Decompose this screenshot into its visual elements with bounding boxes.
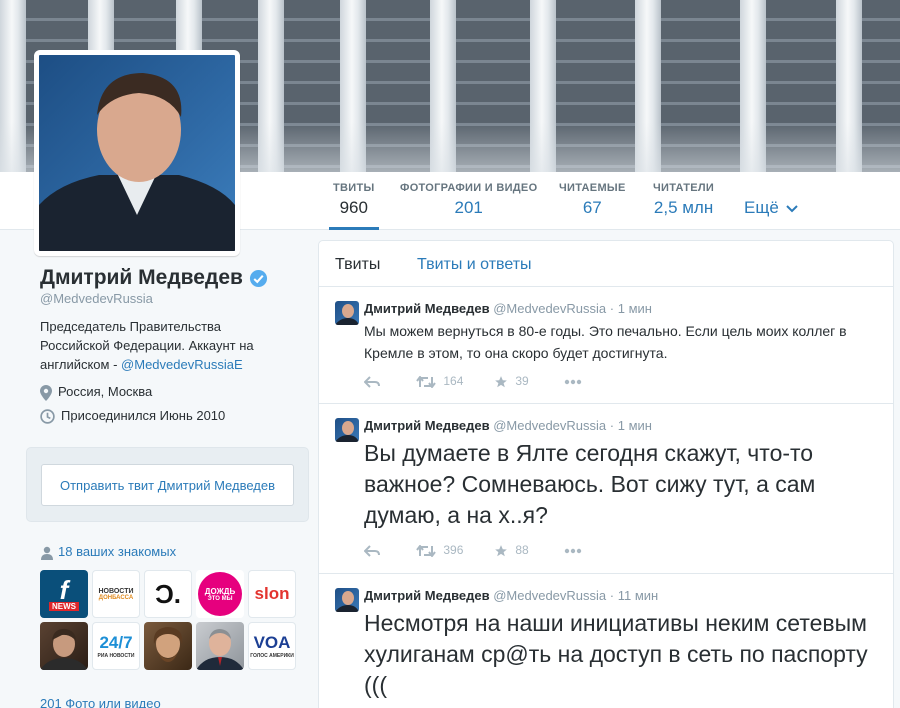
- tweet-item[interactable]: Дмитрий Медведев @MedvedevRussia · 1 мин…: [319, 287, 893, 404]
- tab-tweets[interactable]: Твиты: [335, 256, 380, 274]
- slon-logo-icon: slon: [254, 584, 290, 603]
- more-dots-icon: [564, 548, 582, 554]
- follower-tile[interactable]: ДОЖДЬ ЭТО МЫ: [196, 570, 244, 618]
- tweet-author-name[interactable]: Дмитрий Медведев: [364, 418, 490, 433]
- follower-tile[interactable]: f NEWS: [40, 570, 88, 618]
- follower-tile[interactable]: 24/7 РИА НОВОСТИ: [92, 622, 140, 670]
- person-icon: [41, 546, 53, 560]
- tweet-text: Мы можем вернуться в 80-е годы. Это печа…: [364, 323, 847, 361]
- nav-photos-videos[interactable]: ФОТОГРАФИИ И ВИДЕО 201: [400, 182, 537, 218]
- person-photo-icon: [335, 304, 359, 325]
- tweet-text: Вы думаете в Ялте сегодня скажут, что-то…: [364, 440, 816, 528]
- follower-tile[interactable]: Ͻ.: [144, 570, 192, 618]
- tweet-author-handle[interactable]: @MedvedevRussia: [493, 418, 606, 433]
- reply-button[interactable]: [363, 374, 380, 388]
- profile-bio: Председатель Правительства Российской Фе…: [40, 319, 254, 372]
- tweet-author-name[interactable]: Дмитрий Медведев: [364, 301, 490, 316]
- tweet-to-box: Отправить твит Дмитрий Медведев: [26, 447, 309, 522]
- verified-badge-icon: [249, 269, 267, 288]
- person-photo-icon: [40, 628, 88, 670]
- echo-logo-icon: Ͻ.: [155, 578, 181, 609]
- profile-handle[interactable]: @MedvedevRussia: [40, 291, 153, 306]
- tweet-author-handle[interactable]: @MedvedevRussia: [493, 301, 606, 316]
- favorite-button[interactable]: 88: [494, 543, 529, 558]
- nav-tweets[interactable]: ТВИТЫ 960: [329, 182, 379, 230]
- tweet-header: Дмитрий Медведев @MedvedevRussia · 1 мин: [364, 418, 652, 433]
- tweet-author-handle[interactable]: @MedvedevRussia: [493, 588, 606, 603]
- more-menu[interactable]: Ещё: [744, 198, 798, 218]
- favorite-button[interactable]: 39: [494, 374, 529, 389]
- tweet-text: Несмотря на наши инициативы неким сетевы…: [364, 610, 868, 698]
- novosti-donbassa-logo-icon: НОВОСТИ: [98, 587, 134, 595]
- tweet-avatar[interactable]: [335, 301, 359, 325]
- profile-location: Россия, Москва: [40, 384, 152, 401]
- reply-button[interactable]: [363, 543, 380, 557]
- photos-videos-link[interactable]: 201 Фото или видео: [40, 696, 161, 708]
- person-photo-icon: [196, 629, 244, 670]
- tweet-time[interactable]: · 1 мин: [610, 418, 652, 433]
- timeline-tabs: Твиты Твиты и ответы: [319, 241, 893, 287]
- voa-logo-icon: VOA: [253, 633, 291, 652]
- person-photo-icon: [335, 591, 359, 612]
- nav-followers[interactable]: ЧИТАТЕЛИ 2,5 млн: [653, 182, 714, 218]
- profile-avatar[interactable]: [34, 50, 240, 256]
- bio-link[interactable]: @MedvedevRussiaE: [121, 357, 243, 372]
- retweet-button[interactable]: 396: [416, 543, 463, 558]
- tweet-time[interactable]: · 11 мин: [610, 588, 658, 603]
- retweet-icon: [416, 375, 436, 389]
- clock-icon: [40, 409, 55, 424]
- follower-tile[interactable]: [196, 622, 244, 670]
- chevron-down-icon: [785, 204, 798, 212]
- person-photo-icon: [39, 73, 235, 251]
- nav-following[interactable]: ЧИТАЕМЫЕ 67: [559, 182, 626, 218]
- location-pin-icon: [40, 384, 52, 401]
- more-actions-button[interactable]: [564, 543, 582, 557]
- retweet-icon: [416, 544, 436, 558]
- tweet-header: Дмитрий Медведев @MedvedevRussia · 1 мин: [364, 301, 652, 316]
- follower-tile[interactable]: [144, 622, 192, 670]
- more-dots-icon: [564, 379, 582, 385]
- follower-tile[interactable]: VOA ГОЛОС АМЕРИКИ: [248, 622, 296, 670]
- tweet-to-button[interactable]: Отправить твит Дмитрий Медведев: [41, 464, 294, 506]
- reply-icon: [363, 376, 380, 388]
- ria-novosti-logo-icon: 24/7: [99, 633, 133, 652]
- star-icon: [495, 544, 507, 557]
- known-followers-link[interactable]: 18 ваших знакомых: [40, 544, 176, 560]
- tweet-item[interactable]: Дмитрий Медведев @MedvedevRussia · 11 ми…: [319, 574, 893, 708]
- person-photo-icon: [153, 627, 183, 662]
- follower-tile[interactable]: НОВОСТИ ДОНБАССА: [92, 570, 140, 618]
- tweet-item[interactable]: Дмитрий Медведев @MedvedevRussia · 1 мин…: [319, 404, 893, 574]
- person-photo-icon: [335, 421, 359, 442]
- tweet-avatar[interactable]: [335, 418, 359, 442]
- follower-tile[interactable]: slon: [248, 570, 296, 618]
- timeline: Твиты Твиты и ответы Дмитрий Медведев @M…: [318, 240, 894, 708]
- tab-tweets-replies[interactable]: Твиты и ответы: [417, 256, 532, 274]
- reply-icon: [363, 545, 380, 557]
- tweet-time[interactable]: · 1 мин: [610, 301, 652, 316]
- tweet-avatar[interactable]: [335, 588, 359, 612]
- more-actions-button[interactable]: [564, 374, 582, 388]
- follower-tile[interactable]: [40, 622, 88, 670]
- star-icon: [495, 375, 507, 388]
- f-news-logo-icon: f: [59, 574, 69, 605]
- profile-joined: Присоединился Июнь 2010: [40, 408, 225, 424]
- retweet-button[interactable]: 164: [416, 374, 463, 389]
- tweet-header: Дмитрий Медведев @MedvedevRussia · 11 ми…: [364, 588, 658, 603]
- profile-name[interactable]: Дмитрий Медведев: [40, 266, 268, 290]
- tweet-author-name[interactable]: Дмитрий Медведев: [364, 588, 490, 603]
- dozhd-logo-icon: ДОЖДЬ: [204, 586, 236, 596]
